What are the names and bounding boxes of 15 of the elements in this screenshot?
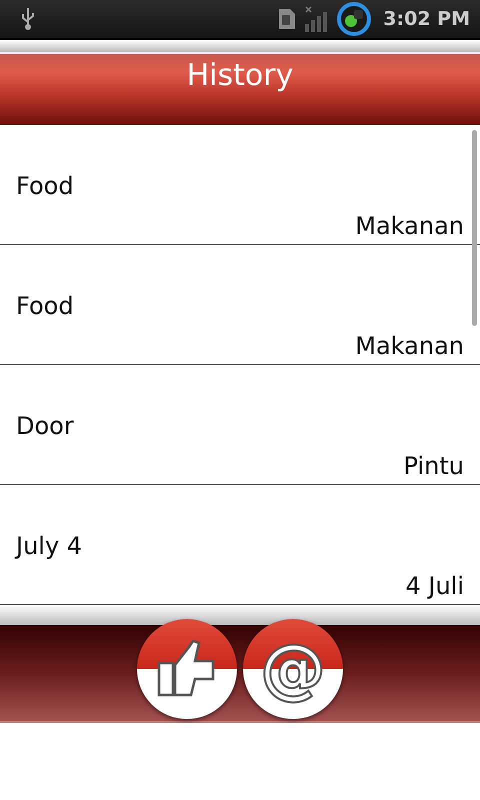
- app-notification-icon: [337, 2, 372, 36]
- source-word: Food: [16, 172, 74, 200]
- source-word: Food: [16, 292, 74, 320]
- status-time: 3:02 PM: [383, 8, 470, 30]
- source-word: Door: [16, 412, 74, 440]
- signal-icon: [303, 6, 330, 32]
- translation-word: Pintu: [404, 452, 464, 480]
- sd-card-icon: [279, 9, 296, 29]
- translation-word: 4 Juli: [405, 572, 464, 600]
- translation-word: Makanan: [355, 332, 464, 360]
- usb-icon: [20, 7, 36, 31]
- source-word: July 4: [16, 532, 82, 560]
- screen-title: History: [186, 58, 294, 93]
- translation-word: Makanan: [355, 212, 464, 240]
- history-item[interactable]: Door Pintu: [0, 365, 480, 485]
